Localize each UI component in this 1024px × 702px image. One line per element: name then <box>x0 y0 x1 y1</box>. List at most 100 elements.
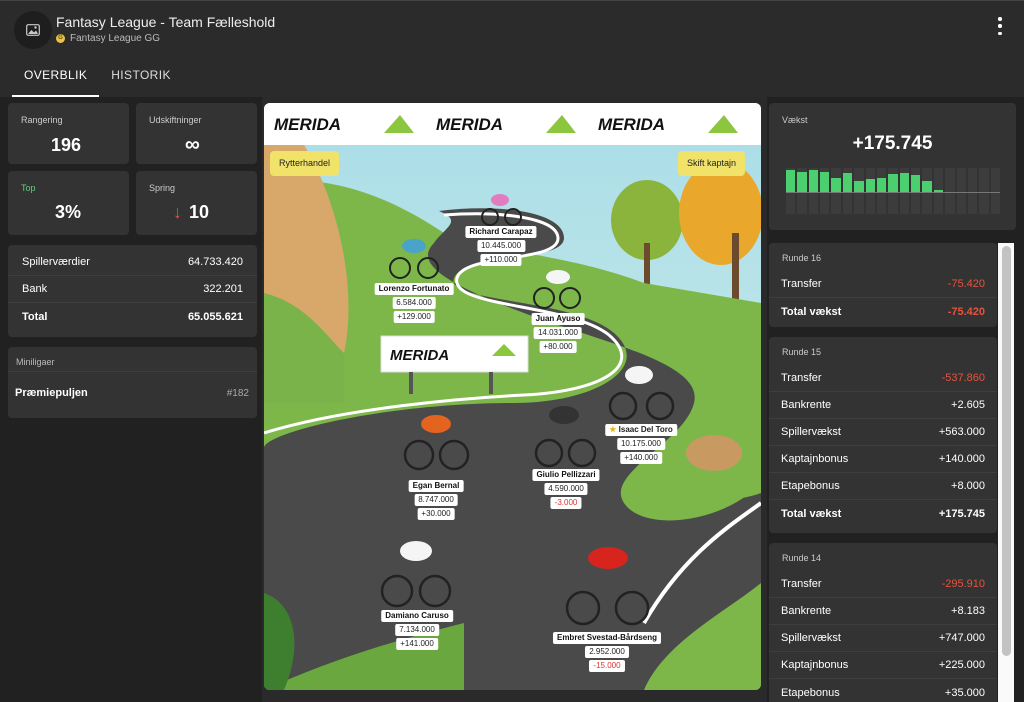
growth-baseline <box>786 192 1000 193</box>
round-title: Runde 16 <box>782 253 822 263</box>
round-row: Bankrente +2.605 <box>769 392 997 419</box>
stat-label: Spring <box>149 183 176 193</box>
round-card-15: Runde 15 Transfer -537.860 Bankrente +2.60… <box>769 337 997 533</box>
growth-bar-track <box>967 168 978 214</box>
round-row-label: Bankrente <box>781 399 832 411</box>
banner-brand-2: MERIDA <box>436 115 503 134</box>
round-row-value: -295.910 <box>941 578 985 590</box>
rider-label-bernal[interactable]: Egan Bernal 8.747.000 +30.000 <box>408 480 464 520</box>
round-row: Spillervækst +747.000 <box>769 625 997 652</box>
team-logo-icon <box>14 11 52 49</box>
rider-value: 4.590.000 <box>544 483 588 495</box>
round-row: Kaptajnbonus +140.000 <box>769 446 997 473</box>
round-row-value: +225.000 <box>938 659 985 671</box>
finance-label: Bank <box>22 283 48 295</box>
growth-bar <box>820 171 830 192</box>
page-title: Fantasy League - Team Fælleshold <box>56 14 276 30</box>
round-row-label: Transfer <box>781 578 822 590</box>
round-row-label: Spillervækst <box>781 426 841 438</box>
round-row-value: +8.183 <box>951 605 985 617</box>
minileague-card: Miniligaer Præmiepuljen #182 <box>8 347 257 418</box>
arrow-down-icon: ↓ <box>173 202 182 222</box>
coin-icon: G <box>56 34 65 43</box>
rider-name: Egan Bernal <box>408 480 464 492</box>
stat-label: Udskiftninger <box>149 115 202 125</box>
rider-name: Embret Svestad-Bårdseng <box>552 632 662 644</box>
rider-value: 10.175.000 <box>616 438 666 450</box>
minileague-name: Præmiepuljen <box>15 387 88 399</box>
tab-overblik[interactable]: OVERBLIK <box>12 61 100 97</box>
more-menu-icon[interactable] <box>992 15 1008 37</box>
banner-brand-1: MERIDA <box>274 115 341 134</box>
finance-row-total: Total 65.055.621 <box>8 303 257 330</box>
right-panel: Vækst +175.745 Runde 16 Transfer -75.420 … <box>767 97 1024 702</box>
rider-label-fortunato[interactable]: Lorenzo Fortunato 6.584.000 +129.000 <box>374 283 454 323</box>
growth-label: Vækst <box>782 115 808 125</box>
banner-brand-3: MERIDA <box>598 115 665 134</box>
round-row-label: Kaptajnbonus <box>781 659 849 671</box>
tab-historik[interactable]: HISTORIK <box>99 61 183 97</box>
rider-label-carapaz[interactable]: Richard Carapaz 10.445.000 +110.000 <box>465 226 537 266</box>
round-row: Transfer -75.420 <box>769 271 997 298</box>
round-row: Bankrente +8.183 <box>769 598 997 625</box>
round-title: Runde 15 <box>782 347 822 357</box>
rider-name: Lorenzo Fortunato <box>374 283 454 295</box>
round-row-value: -75.420 <box>947 278 985 290</box>
round-row-label: Spillervækst <box>781 632 841 644</box>
round-row-value: +2.605 <box>951 399 985 411</box>
growth-bar-track <box>945 168 955 214</box>
left-panel: Rangering 196 Udskiftninger ∞ Top 3% Spr… <box>0 97 262 702</box>
rider-change: +110.000 <box>480 254 522 266</box>
round-row-value: +35.000 <box>944 686 985 699</box>
league-subtitle: G Fantasy League GG <box>56 33 160 44</box>
stat-value: 3% <box>55 202 82 222</box>
stat-value: 10 <box>189 202 210 222</box>
rider-name: Giulio Pellizzari <box>532 469 600 481</box>
growth-value: +175.745 <box>852 133 933 154</box>
rider-name: Richard Carapaz <box>465 226 537 238</box>
stat-value: ∞ <box>185 133 200 156</box>
round-title: Runde 14 <box>782 553 822 563</box>
rider-value: 10.445.000 <box>476 240 526 252</box>
growth-bar <box>911 174 921 192</box>
league-name: Fantasy League GG <box>70 33 161 44</box>
switch-captain-button[interactable]: Skift kaptajn <box>678 151 746 176</box>
round-total-value: -75.420 <box>947 305 985 318</box>
rider-label-deltoro[interactable]: ★ Isaac Del Toro 10.175.000 +140.000 <box>605 424 677 464</box>
round-row-value: +747.000 <box>938 632 985 644</box>
trade-button[interactable]: Rytterhandel <box>270 151 340 176</box>
rider-label-ayuso[interactable]: Juan Ayuso 14.031.000 +80.000 <box>531 313 585 353</box>
round-row-label: Etapebonus <box>781 480 840 492</box>
rider-label-svestad[interactable]: Embret Svestad-Bårdseng 2.952.000 -15.00… <box>552 632 662 672</box>
scene-illustration: MERIDA MERIDA MERIDA MERIDA <box>264 103 761 690</box>
stat-card-rangering: Rangering 196 <box>8 103 129 164</box>
round-row: Spillervækst +563.000 <box>769 419 997 446</box>
rider-name: Damiano Caruso <box>381 610 453 622</box>
growth-bar-track <box>990 168 1000 214</box>
stat-card-spring: Spring ↓ 10 <box>136 171 257 235</box>
round-total-label: Total vækst <box>781 507 842 520</box>
rider-change: -3.000 <box>550 497 582 509</box>
stat-label: Top <box>21 183 36 193</box>
finance-label: Total <box>22 310 48 323</box>
minileague-item[interactable]: Præmiepuljen #182 <box>8 377 257 409</box>
growth-bar <box>797 171 807 192</box>
stat-card-udskiftninger: Udskiftninger ∞ <box>136 103 257 164</box>
round-row-label: Etapebonus <box>781 686 840 699</box>
rider-label-caruso[interactable]: Damiano Caruso 7.134.000 +141.000 <box>381 610 453 650</box>
round-row-value: +8.000 <box>951 480 985 492</box>
round-row-value: +563.000 <box>938 426 985 438</box>
growth-bar <box>854 181 864 192</box>
stat-value-wrap: ↓ 10 <box>173 202 209 223</box>
growth-bar <box>831 177 841 192</box>
rider-name-wrap: ★ Isaac Del Toro <box>605 424 677 436</box>
team-scene: MERIDA MERIDA MERIDA MERIDA Rytterhandel… <box>264 103 761 690</box>
round-row: Etapebonus +35.000 <box>769 679 997 702</box>
rounds-scrollbar-thumb[interactable] <box>1002 246 1011 656</box>
round-card-14: Runde 14 Transfer -295.910 Bankrente +8.18… <box>769 543 997 702</box>
rider-change: +30.000 <box>417 508 455 520</box>
rider-label-pellizzari[interactable]: Giulio Pellizzari 4.590.000 -3.000 <box>532 469 600 509</box>
round-row: Kaptajnbonus +225.000 <box>769 652 997 679</box>
rider-name: Isaac Del Toro <box>618 425 673 434</box>
stat-label: Rangering <box>21 115 63 125</box>
